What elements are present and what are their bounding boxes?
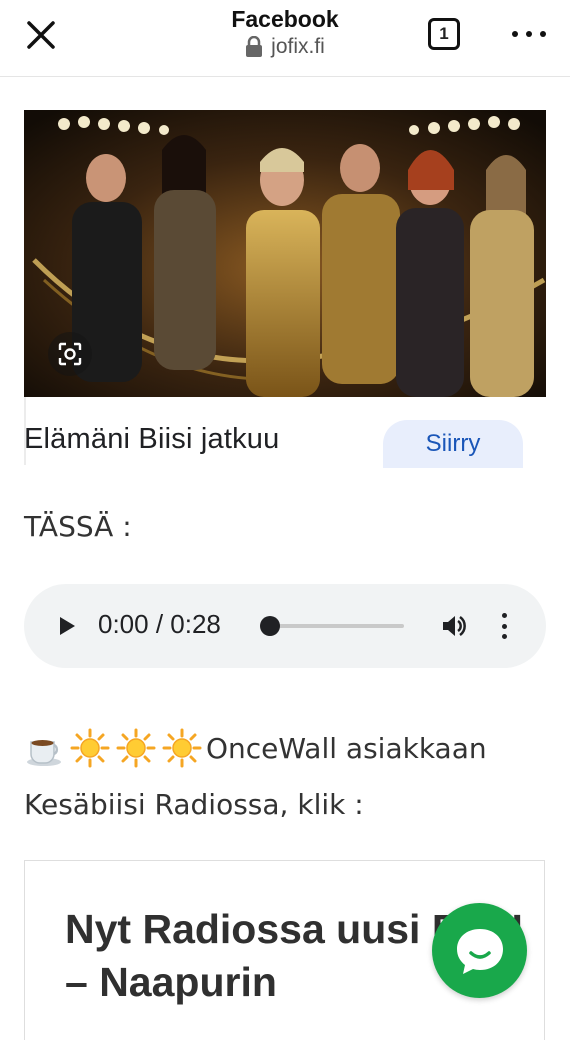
volume-button[interactable] [440,612,468,644]
audio-more-button[interactable] [502,613,508,639]
lock-icon [246,36,263,57]
more-icon-dot [512,31,518,37]
audio-player[interactable]: 0:00 / 0:28 [24,584,546,668]
more-vertical-icon-dot [502,634,507,639]
promo-text-line-1: OnceWall asiakkaan [206,731,487,765]
ad-photo [24,110,546,397]
play-button[interactable] [58,616,76,640]
ad-image[interactable] [24,110,546,397]
page-title: Facebook [231,6,339,32]
sun-emoji [162,728,202,768]
more-icon-dot [526,31,532,37]
hot-beverage-emoji [27,740,61,766]
chat-icon [456,928,503,974]
ad-card[interactable]: Elämäni Biisi jatkuu Siirry [24,110,546,468]
promo-text-line-2: Kesäbiisi Radiossa, klik : [24,788,364,821]
audio-seek-bar[interactable] [269,624,404,628]
more-vertical-icon-dot [502,613,507,618]
sun-emoji [70,728,110,768]
chat-button[interactable] [432,903,527,998]
more-vertical-icon-dot [502,623,507,629]
browser-top-bar: Facebook jofix.fi 1 [0,0,570,77]
more-options-button[interactable] [512,24,546,44]
audio-seek-thumb[interactable] [260,616,280,636]
sun-emoji [116,728,156,768]
visual-search-button[interactable] [48,332,92,376]
url-text: jofix.fi [271,35,325,58]
tabs-button[interactable]: 1 [428,18,460,50]
page-title-area: Facebook jofix.fi [0,6,570,59]
url-display[interactable]: jofix.fi [0,35,570,59]
volume-icon [443,615,466,637]
more-icon-dot [540,31,546,37]
ad-cta-button[interactable]: Siirry [383,420,523,468]
lens-icon [58,342,82,366]
ad-title[interactable]: Elämäni Biisi jatkuu [24,423,279,456]
play-icon [60,617,75,635]
tab-count: 1 [439,24,449,43]
intro-text: TÄSSÄ : [24,510,132,543]
audio-time: 0:00 / 0:28 [98,609,221,639]
promo-line-1: OnceWall asiakkaan [24,728,487,768]
